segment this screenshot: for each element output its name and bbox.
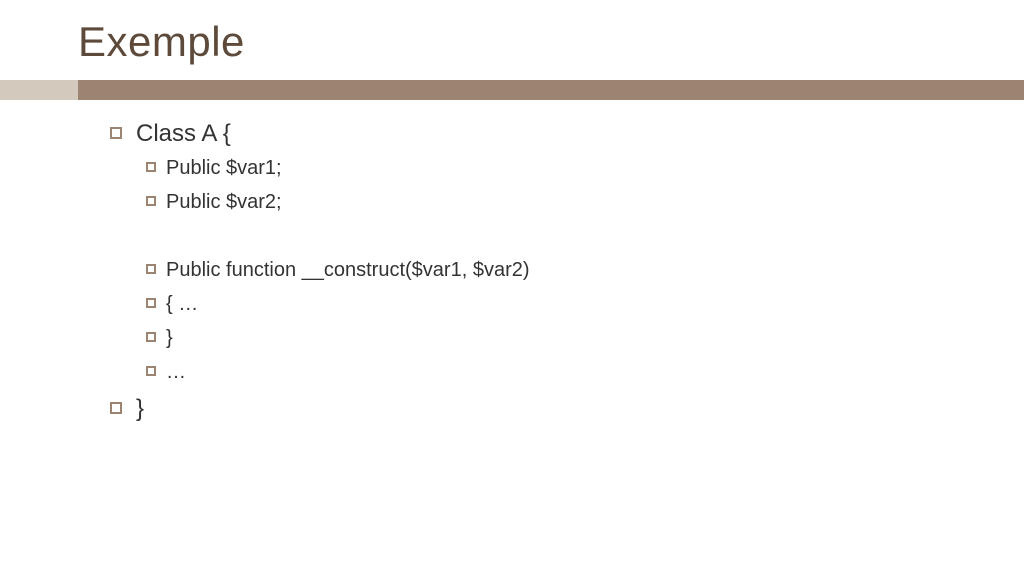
square-bullet-icon — [146, 332, 156, 342]
bullet-text: Public $var1; — [166, 155, 282, 181]
bullet-text: Class A { — [136, 118, 231, 149]
square-bullet-icon — [146, 196, 156, 206]
title-divider — [0, 80, 1024, 100]
bullet-level1: Class A { — [110, 118, 946, 149]
content-area: Class A { Public $var1; Public $var2; Pu… — [0, 100, 1024, 424]
bullet-text: } — [166, 325, 173, 351]
bullet-text: … — [166, 359, 186, 385]
bullet-level2: Public function __construct($var1, $var2… — [146, 257, 946, 283]
slide-title: Exemple — [0, 18, 1024, 66]
square-bullet-icon — [146, 264, 156, 274]
divider-left-segment — [0, 80, 78, 100]
square-bullet-icon — [110, 127, 122, 139]
bullet-text: Public function __construct($var1, $var2… — [166, 257, 530, 283]
square-bullet-icon — [146, 366, 156, 376]
slide-container: Exemple Class A { Public $var1; Public $… — [0, 0, 1024, 576]
bullet-level2: { … — [146, 291, 946, 317]
bullet-level2: Public $var1; — [146, 155, 946, 181]
bullet-level2: Public $var2; — [146, 189, 946, 215]
bullet-level2: } — [146, 325, 946, 351]
bullet-level1: } — [110, 393, 946, 424]
square-bullet-icon — [146, 162, 156, 172]
bullet-text: { … — [166, 291, 198, 317]
square-bullet-icon — [110, 402, 122, 414]
divider-right-segment — [78, 80, 1024, 100]
square-bullet-icon — [146, 298, 156, 308]
bullet-text: Public $var2; — [166, 189, 282, 215]
bullet-text: } — [136, 393, 144, 424]
bullet-level2: … — [146, 359, 946, 385]
spacer — [146, 223, 946, 249]
